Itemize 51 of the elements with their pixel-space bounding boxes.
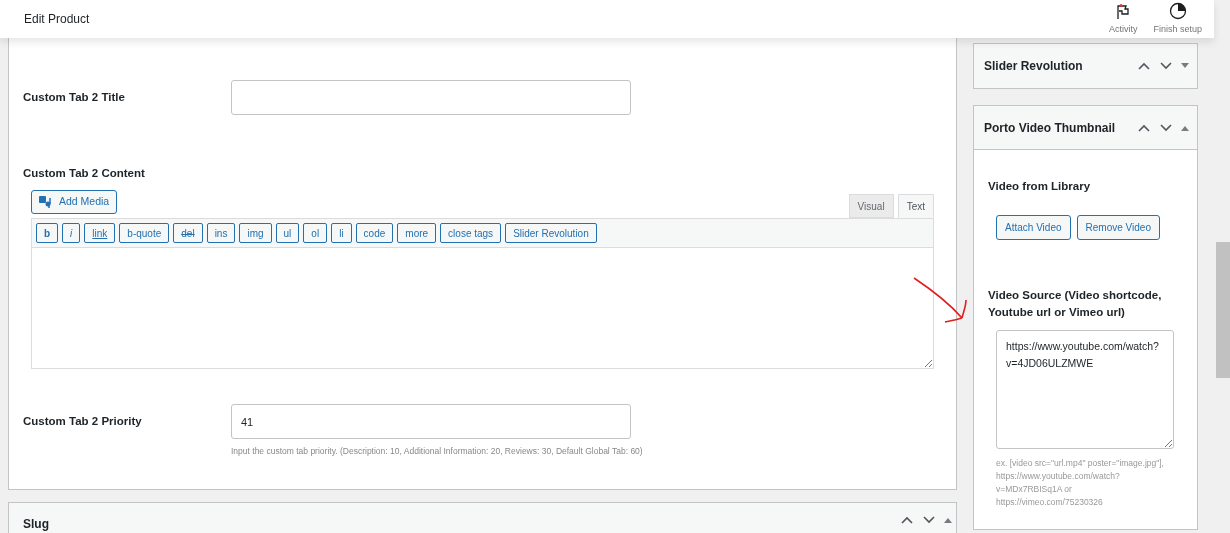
- progress-circle-icon: [1168, 1, 1187, 20]
- toolbar-button[interactable]: img: [239, 223, 272, 244]
- priority-input[interactable]: 41: [231, 404, 631, 440]
- finish-setup-button[interactable]: Finish setup: [1153, 1, 1202, 37]
- media-icon: [39, 196, 53, 209]
- field-note: Input the custom tab priority. (Description: 10, Additional Information: 20, Reviews: 30, Default Global Tab: 60): [231, 445, 644, 458]
- toggle-icon[interactable]: [944, 517, 952, 523]
- move-up-icon[interactable]: [900, 515, 914, 525]
- editor-tab[interactable]: Visual: [848, 194, 894, 219]
- move-down-icon[interactable]: [1159, 122, 1173, 133]
- box-title: Porto Video Thumbnail: [984, 119, 1116, 137]
- title-input[interactable]: [231, 80, 631, 115]
- toolbar-button[interactable]: ins: [206, 223, 236, 244]
- section-label: Video Source (Video shortcode, Youtube url or Vimeo url): [988, 288, 1163, 321]
- box-title: Slider Revolution: [984, 58, 1083, 75]
- toolbar-button[interactable]: close tags: [440, 223, 502, 244]
- video-source-textarea[interactable]: https://www.youtube.com/watch?v=4JD06ULZMWE: [996, 330, 1174, 450]
- flag-icon: [1116, 3, 1131, 20]
- video-button[interactable]: Remove Video: [1076, 215, 1160, 241]
- activity-button[interactable]: Activity: [1108, 3, 1138, 37]
- scrollbar-thumb[interactable]: [1216, 242, 1230, 378]
- move-down-icon[interactable]: [1159, 61, 1173, 71]
- example-text: ex. [video src="url.mp4" poster="image.jpg"], https://www.youtube.com/watch?v=MDx7RBISq1A or https://vimeo.com/75230326: [996, 457, 1165, 510]
- toolbar-button[interactable]: Slider Revolution: [505, 223, 597, 244]
- toolbar-button[interactable]: more: [397, 223, 437, 244]
- move-up-icon[interactable]: [1137, 61, 1151, 71]
- resize-handle-icon: [924, 359, 932, 368]
- toggle-icon[interactable]: [1181, 63, 1189, 69]
- toolbar-button[interactable]: b: [36, 223, 59, 244]
- editor-tab[interactable]: Text: [897, 194, 934, 219]
- toolbar-button[interactable]: link: [84, 223, 116, 244]
- toolbar-button[interactable]: ol: [303, 223, 328, 244]
- toolbar-button[interactable]: del: [173, 223, 203, 244]
- annotation-arrow-drawing: [912, 276, 968, 324]
- toolbar-button[interactable]: ul: [275, 223, 300, 244]
- toolbar-button[interactable]: li: [331, 223, 352, 244]
- move-down-icon[interactable]: [922, 515, 936, 525]
- field-label: Custom Tab 2 Content: [22, 166, 146, 181]
- video-button[interactable]: Attach Video: [996, 215, 1071, 241]
- page-title: Edit Product: [24, 11, 90, 28]
- panel-title: Slug: [23, 516, 49, 533]
- toolbar-button[interactable]: b-quote: [119, 223, 170, 244]
- field-label: Custom Tab 2 Priority: [23, 414, 143, 430]
- toggle-icon[interactable]: [1181, 124, 1189, 131]
- toolbar-button[interactable]: i: [62, 223, 81, 244]
- add-media-button[interactable]: Add Media: [31, 190, 118, 215]
- section-label: Video from Library: [988, 179, 1092, 194]
- field-label: Custom Tab 2 Title: [23, 89, 126, 105]
- resize-handle-icon: [1164, 439, 1172, 448]
- move-up-icon[interactable]: [1137, 122, 1151, 133]
- toolbar-button[interactable]: code: [355, 223, 394, 244]
